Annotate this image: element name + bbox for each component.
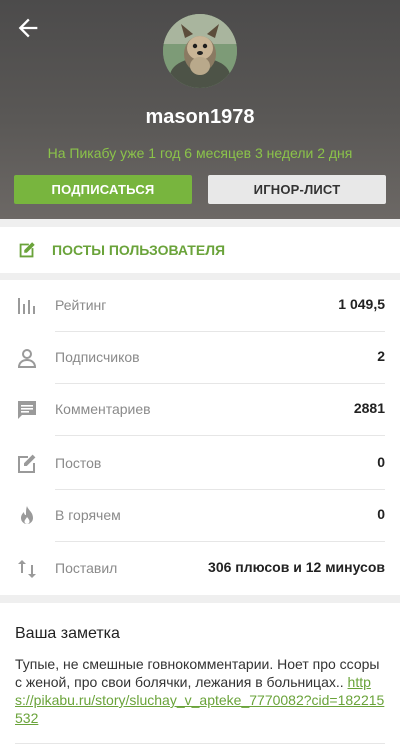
stats-list: Рейтинг 1 049,5 Подписчиков 2 Комментари…: [0, 280, 400, 595]
comment-icon: [18, 401, 36, 419]
divider: [55, 435, 385, 436]
stat-label: Поставил: [55, 560, 118, 576]
person-icon: [17, 349, 37, 368]
stat-label: Рейтинг: [55, 297, 107, 313]
bar-chart-icon: [18, 298, 35, 314]
stat-row-votes: Поставил 306 плюсов и 12 минусов: [0, 543, 400, 595]
note-title: Ваша заметка: [15, 625, 120, 642]
divider: [15, 743, 385, 744]
stat-row-posts[interactable]: Постов 0: [0, 438, 400, 490]
avatar-dog-photo: [163, 14, 237, 88]
user-posts-link[interactable]: ПОСТЫ ПОЛЬЗОВАТЕЛЯ: [0, 227, 400, 273]
edit-note-icon: [19, 242, 35, 258]
note-body: Тупые, не смешные говнокомментарии. Ноет…: [15, 656, 380, 690]
subscribe-button[interactable]: ПОДПИСАТЬСЯ: [14, 175, 192, 204]
stat-label: Постов: [55, 455, 102, 471]
stat-value: 2: [377, 348, 385, 364]
stat-value: 306 плюсов и 12 минусов: [208, 559, 385, 575]
stat-label: Подписчиков: [55, 349, 140, 365]
username: mason1978: [145, 106, 255, 128]
stat-label: Комментариев: [55, 401, 151, 417]
stat-value: 0: [377, 454, 385, 470]
stat-value: 1 049,5: [338, 296, 385, 312]
stat-label: В горячем: [55, 507, 121, 523]
divider: [55, 541, 385, 542]
note-text: Тупые, не смешные говнокомментарии. Ноет…: [15, 655, 387, 727]
edit-note-icon: [18, 454, 36, 473]
stat-row-rating: Рейтинг 1 049,5: [0, 280, 400, 332]
user-posts-label: ПОСТЫ ПОЛЬЗОВАТЕЛЯ: [52, 242, 226, 258]
stat-row-hot[interactable]: В горячем 0: [0, 490, 400, 542]
avatar[interactable]: [163, 14, 237, 88]
stat-row-comments[interactable]: Комментариев 2881: [0, 384, 400, 436]
flame-icon: [21, 506, 33, 524]
arrow-left-icon[interactable]: [14, 14, 42, 42]
profile-header: mason1978 На Пикабу уже 1 год 6 месяцев …: [0, 0, 400, 219]
member-since-text: На Пикабу уже 1 год 6 месяцев 3 недели 2…: [47, 145, 353, 161]
stat-value: 0: [377, 506, 385, 522]
stat-row-subscribers[interactable]: Подписчиков 2: [0, 332, 400, 384]
stat-value: 2881: [353, 400, 385, 416]
ignore-list-button[interactable]: ИГНОР-ЛИСТ: [208, 175, 386, 204]
user-note[interactable]: Ваша заметка Тупые, не смешные говнокомм…: [0, 603, 400, 753]
up-down-arrows-icon: [18, 560, 36, 578]
